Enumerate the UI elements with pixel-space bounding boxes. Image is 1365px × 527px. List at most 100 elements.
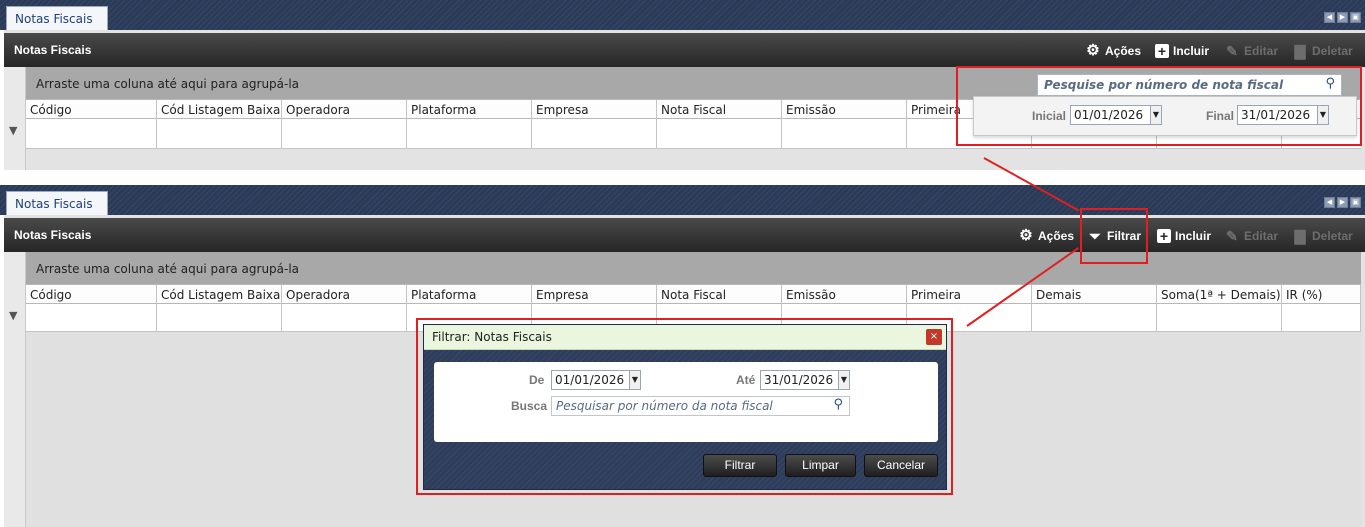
chevron-down-icon[interactable]: ▼ — [1150, 106, 1161, 124]
filter-cell[interactable] — [1032, 304, 1157, 331]
filter-cell[interactable] — [282, 119, 407, 148]
initial-label: Inicial — [1032, 109, 1067, 123]
funnel-icon[interactable]: ▼ — [9, 124, 17, 137]
add-button[interactable]: + Incluir — [1155, 42, 1209, 60]
group-by-bar[interactable]: Arraste uma coluna até aqui para agrupá-… — [26, 252, 1361, 284]
column-header-row: Código Cód Listagem Baixa Operadora Plat… — [26, 284, 1361, 304]
col-header-plataforma[interactable]: Plataforma — [407, 285, 532, 304]
funnel-icon[interactable]: ▼ — [9, 309, 17, 322]
tab-notas-fiscais[interactable]: Notas Fiscais — [6, 191, 108, 215]
col-header-operadora[interactable]: Operadora — [282, 285, 407, 304]
col-header-cod-listagem[interactable]: Cód Listagem Baixa — [157, 100, 282, 119]
filter-cell[interactable] — [407, 119, 532, 148]
chevron-down-icon[interactable]: ▼ — [838, 371, 849, 389]
nf-search-input[interactable] — [1038, 75, 1308, 95]
col-header-emissao[interactable]: Emissão — [782, 100, 907, 119]
col-header-empresa[interactable]: Empresa — [532, 100, 657, 119]
grid-toolbar: Notas Fiscais ⚙ Ações ⏷ Filtrar + Inclui… — [4, 218, 1365, 252]
filter-cell[interactable] — [26, 119, 157, 148]
filter-cell[interactable] — [1157, 304, 1282, 331]
col-header-nota-fiscal[interactable]: Nota Fiscal — [657, 285, 782, 304]
chevron-down-icon[interactable]: ▼ — [1317, 106, 1328, 124]
filter-cell[interactable] — [157, 119, 282, 148]
prev-tab-icon[interactable]: ◀ — [1324, 12, 1335, 23]
search-icon[interactable]: ⚲ — [833, 397, 843, 412]
actions-button[interactable]: ⚙ Ações — [1085, 42, 1141, 60]
dialog-title: Filtrar: Notas Fiscais — [432, 330, 552, 344]
delete-label: Deletar — [1312, 44, 1353, 58]
col-header-ir[interactable]: IR (%) — [1282, 285, 1361, 304]
dialog-header: Filtrar: Notas Fiscais × — [424, 325, 946, 350]
to-date-value: 31/01/2026 — [764, 373, 834, 387]
close-icon[interactable]: × — [926, 329, 942, 345]
delete-button[interactable]: ▇ Deletar — [1292, 42, 1353, 60]
col-header-emissao[interactable]: Emissão — [782, 285, 907, 304]
add-label: Incluir — [1173, 44, 1210, 58]
to-label: Até — [736, 373, 756, 387]
delete-button[interactable]: ▇ Deletar — [1292, 227, 1353, 245]
tab-controls: ◀ ▶ ▣ — [1324, 197, 1361, 208]
initial-date-field[interactable]: 01/01/2026 ▼ — [1070, 105, 1162, 125]
col-header-empresa[interactable]: Empresa — [532, 285, 657, 304]
edit-button[interactable]: ✎ Editar — [1224, 227, 1278, 245]
filter-cell[interactable] — [157, 304, 282, 331]
col-header-nota-fiscal[interactable]: Nota Fiscal — [657, 100, 782, 119]
col-header-operadora[interactable]: Operadora — [282, 100, 407, 119]
filter-cell[interactable] — [657, 119, 782, 148]
gear-icon: ⚙ — [1086, 42, 1100, 59]
col-header-demais[interactable]: Demais — [1032, 285, 1157, 304]
col-header-codigo[interactable]: Código — [26, 100, 157, 119]
dialog-search-input[interactable] — [552, 397, 822, 415]
trash-icon: ▇ — [1294, 228, 1306, 244]
edit-icon: ✎ — [1226, 43, 1238, 59]
search-label: Busca — [511, 399, 548, 413]
nf-search-box: ⚲ — [1037, 74, 1342, 96]
cancel-button[interactable]: Cancelar — [864, 454, 938, 477]
filter-cell[interactable] — [782, 119, 907, 148]
chevron-down-icon[interactable]: ▼ — [629, 371, 640, 389]
final-date-field[interactable]: 31/01/2026 ▼ — [1237, 105, 1329, 125]
search-icon[interactable]: ⚲ — [1325, 76, 1335, 91]
grid-title: Notas Fiscais — [14, 43, 92, 57]
row-indicator-rail — [4, 252, 26, 527]
dialog-body: De 01/01/2026 ▼ Até 31/01/2026 ▼ Busca ⚲ — [434, 362, 938, 442]
from-date-value: 01/01/2026 — [555, 373, 625, 387]
grid-title: Notas Fiscais — [14, 228, 92, 242]
filter-cell[interactable] — [1282, 304, 1361, 331]
filter-button[interactable]: ⏷ Filtrar — [1087, 227, 1141, 245]
prev-tab-icon[interactable]: ◀ — [1324, 197, 1335, 208]
next-tab-icon[interactable]: ▶ — [1337, 12, 1348, 23]
grid-toolbar: Notas Fiscais ⚙ Ações + Incluir ✎ Editar… — [4, 33, 1365, 67]
edit-button[interactable]: ✎ Editar — [1224, 42, 1278, 60]
screen-before: Notas Fiscais ◀ ▶ ▣ Notas Fiscais ⚙ Açõe… — [0, 0, 1365, 170]
from-date-field[interactable]: 01/01/2026 ▼ — [551, 370, 641, 390]
tab-controls: ◀ ▶ ▣ — [1324, 12, 1361, 23]
add-label: Incluir — [1175, 229, 1212, 243]
clear-button[interactable]: Limpar — [785, 454, 856, 477]
filter-submit-button[interactable]: Filtrar — [703, 454, 777, 477]
col-header-cod-listagem[interactable]: Cód Listagem Baixa — [157, 285, 282, 304]
tab-notas-fiscais[interactable]: Notas Fiscais — [6, 6, 108, 30]
col-header-codigo[interactable]: Código — [26, 285, 157, 304]
actions-button[interactable]: ⚙ Ações — [1018, 227, 1074, 245]
filter-cell[interactable] — [282, 304, 407, 331]
final-label: Final — [1206, 109, 1235, 123]
tab-menu-icon[interactable]: ▣ — [1350, 12, 1361, 23]
tab-menu-icon[interactable]: ▣ — [1350, 197, 1361, 208]
next-tab-icon[interactable]: ▶ — [1337, 197, 1348, 208]
filter-cell[interactable] — [26, 304, 157, 331]
col-header-plataforma[interactable]: Plataforma — [407, 100, 532, 119]
delete-label: Deletar — [1312, 229, 1353, 243]
from-label: De — [529, 373, 545, 387]
plus-icon: + — [1155, 44, 1169, 58]
tab-strip: Notas Fiscais ◀ ▶ ▣ — [0, 0, 1365, 30]
gear-icon: ⚙ — [1019, 227, 1033, 244]
filter-cell[interactable] — [532, 119, 657, 148]
actions-label: Ações — [1105, 44, 1142, 58]
to-date-field[interactable]: 31/01/2026 ▼ — [760, 370, 850, 390]
col-header-soma[interactable]: Soma(1ª + Demais) — [1157, 285, 1282, 304]
col-header-primeira[interactable]: Primeira — [907, 285, 1032, 304]
date-range-popup: Inicial 01/01/2026 ▼ Final 31/01/2026 ▼ — [973, 96, 1357, 136]
plus-icon: + — [1157, 229, 1171, 243]
add-button[interactable]: + Incluir — [1157, 227, 1211, 245]
